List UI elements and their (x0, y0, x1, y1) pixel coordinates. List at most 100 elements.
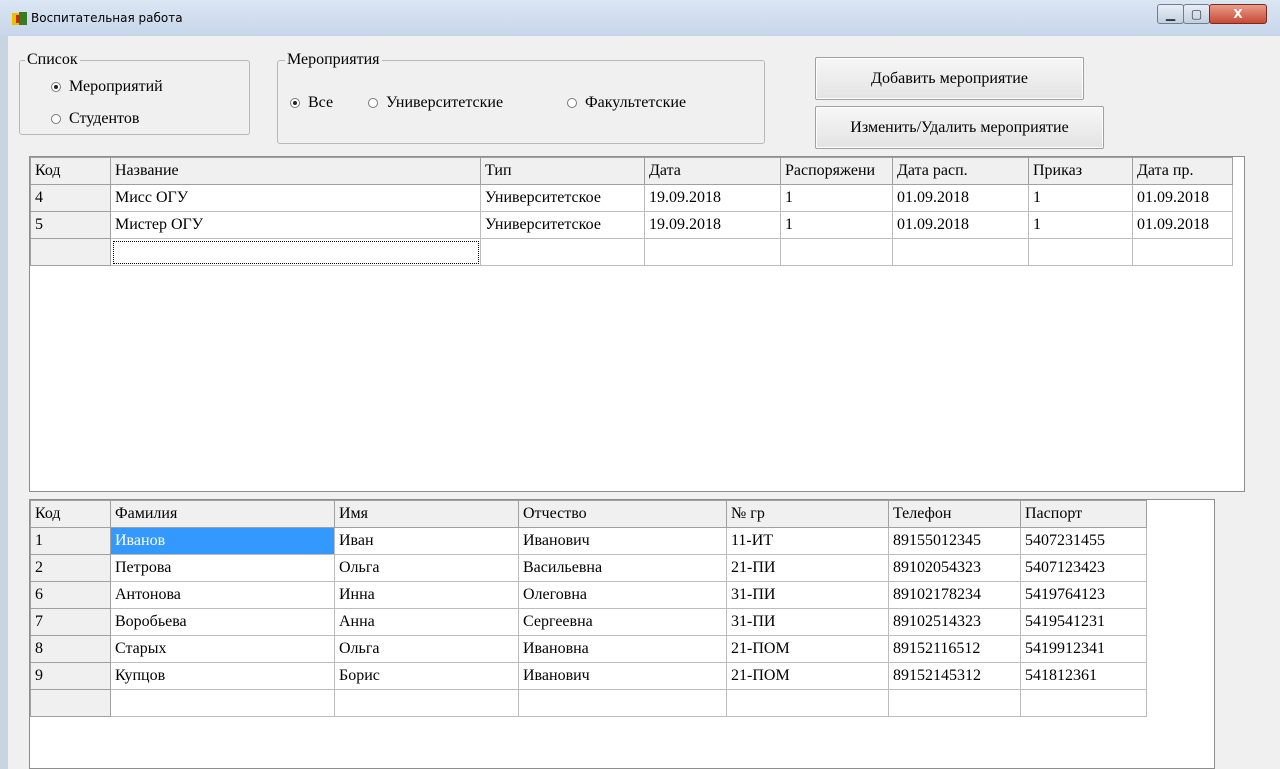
table-row[interactable]: 4 Мисс ОГУ Университетское 19.09.2018 1 01.09… (30, 184, 1233, 212)
column-header-surname[interactable]: Фамилия (110, 500, 335, 528)
cell-date[interactable]: 19.09.2018 (644, 184, 781, 212)
radio-button[interactable] (51, 114, 61, 124)
cell-date[interactable] (644, 238, 781, 266)
cell-passport[interactable]: 5419912341 (1020, 635, 1147, 663)
cell-group[interactable]: 31-ПИ (726, 608, 889, 636)
cell-firstname[interactable]: Борис (334, 662, 519, 690)
cell-passport[interactable]: 5407123423 (1020, 554, 1147, 582)
cell-decree[interactable]: 1 (1028, 184, 1133, 212)
cell-phone[interactable] (888, 689, 1021, 717)
cell-patronymic[interactable] (518, 689, 727, 717)
table-row[interactable]: 9 Купцов Борис Иванович 21-ПОМ 89152145312 541… (30, 662, 1147, 690)
cell-group[interactable]: 31-ПИ (726, 581, 889, 609)
cell-phone[interactable]: 89155012345 (888, 527, 1021, 555)
column-header-decree[interactable]: Приказ (1028, 157, 1133, 185)
cell-patronymic[interactable]: Ивановна (518, 635, 727, 663)
cell-code[interactable] (30, 238, 111, 266)
cell-firstname[interactable]: Ольга (334, 554, 519, 582)
column-header-firstname[interactable]: Имя (334, 500, 519, 528)
cell-patronymic[interactable]: Иванович (518, 662, 727, 690)
cell-code[interactable]: 6 (30, 581, 111, 609)
cell-name[interactable]: Мисс ОГУ (110, 184, 481, 212)
table-row[interactable]: 5 Мистер ОГУ Университетское 19.09.2018 1 01.… (30, 211, 1233, 239)
cell-phone[interactable]: 89152116512 (888, 635, 1021, 663)
students-grid[interactable]: Код Фамилия Имя Отчество № гр Телефон Паспорт … (29, 499, 1215, 769)
radio-button[interactable] (51, 82, 61, 92)
cell-code[interactable]: 4 (30, 184, 111, 212)
cell-decree-date[interactable]: 01.09.2018 (1132, 211, 1233, 239)
cell-phone[interactable]: 89152145312 (888, 662, 1021, 690)
cell-name[interactable]: Мистер ОГУ (110, 211, 481, 239)
table-row[interactable]: 1 Иванов Иван Иванович 11-ИТ 89155012345 54072… (30, 527, 1147, 555)
cell-firstname[interactable]: Инна (334, 581, 519, 609)
cell-patronymic[interactable]: Олеговна (518, 581, 727, 609)
cell-surname[interactable]: Старых (110, 635, 335, 663)
cell-name[interactable] (110, 238, 481, 266)
cell-order-date[interactable] (892, 238, 1029, 266)
cell-order[interactable]: 1 (780, 211, 893, 239)
edit-delete-event-button[interactable]: Изменить/Удалить мероприятие (815, 106, 1104, 149)
cell-patronymic[interactable]: Васильевна (518, 554, 727, 582)
cell-code[interactable] (30, 689, 111, 717)
cell-passport[interactable] (1020, 689, 1147, 717)
cell-surname[interactable]: Иванов (110, 527, 335, 555)
maximize-button[interactable]: ▢ (1183, 4, 1210, 24)
table-row[interactable] (30, 689, 1147, 717)
column-header-code[interactable]: Код (30, 157, 111, 185)
cell-group[interactable] (726, 689, 889, 717)
column-header-passport[interactable]: Паспорт (1020, 500, 1147, 528)
column-header-phone[interactable]: Телефон (888, 500, 1021, 528)
radio-events-list[interactable]: Мероприятий (51, 78, 163, 96)
table-row[interactable]: 8 Старых Ольга Ивановна 21-ПОМ 89152116512 541… (30, 635, 1147, 663)
cell-firstname[interactable]: Ольга (334, 635, 519, 663)
cell-group[interactable]: 11-ИТ (726, 527, 889, 555)
column-header-patronymic[interactable]: Отчество (518, 500, 727, 528)
events-grid[interactable]: Код Название Тип Дата Распоряжени Дата расп. П… (29, 156, 1245, 492)
cell-code[interactable]: 1 (30, 527, 111, 555)
radio-faculty[interactable]: Факультетские (567, 94, 686, 112)
cell-decree-date[interactable]: 01.09.2018 (1132, 184, 1233, 212)
cell-order[interactable]: 1 (780, 184, 893, 212)
table-row[interactable]: 2 Петрова Ольга Васильевна 21-ПИ 89102054323 5… (30, 554, 1147, 582)
cell-code[interactable]: 2 (30, 554, 111, 582)
column-header-order-date[interactable]: Дата расп. (892, 157, 1029, 185)
cell-code[interactable]: 7 (30, 608, 111, 636)
cell-decree[interactable]: 1 (1028, 211, 1133, 239)
cell-patronymic[interactable]: Иванович (518, 527, 727, 555)
cell-surname[interactable]: Петрова (110, 554, 335, 582)
cell-order[interactable] (780, 238, 893, 266)
column-header-order[interactable]: Распоряжени (780, 157, 893, 185)
cell-passport[interactable]: 5419764123 (1020, 581, 1147, 609)
column-header-group[interactable]: № гр (726, 500, 889, 528)
column-header-code[interactable]: Код (30, 500, 111, 528)
radio-all[interactable]: Все (290, 94, 333, 112)
cell-order-date[interactable]: 01.09.2018 (892, 184, 1029, 212)
column-header-decree-date[interactable]: Дата пр. (1132, 157, 1233, 185)
cell-type[interactable] (480, 238, 645, 266)
cell-passport[interactable]: 5419541231 (1020, 608, 1147, 636)
cell-phone[interactable]: 89102514323 (888, 608, 1021, 636)
cell-group[interactable]: 21-ПОМ (726, 662, 889, 690)
cell-group[interactable]: 21-ПИ (726, 554, 889, 582)
cell-surname[interactable]: Антонова (110, 581, 335, 609)
cell-passport[interactable]: 5407231455 (1020, 527, 1147, 555)
cell-phone[interactable]: 89102178234 (888, 581, 1021, 609)
table-row[interactable] (30, 238, 1233, 266)
cell-surname[interactable]: Купцов (110, 662, 335, 690)
cell-group[interactable]: 21-ПОМ (726, 635, 889, 663)
cell-type[interactable]: Университетское (480, 184, 645, 212)
cell-phone[interactable]: 89102054323 (888, 554, 1021, 582)
cell-firstname[interactable] (334, 689, 519, 717)
cell-order-date[interactable]: 01.09.2018 (892, 211, 1029, 239)
table-row[interactable]: 6 Антонова Инна Олеговна 31-ПИ 89102178234 541… (30, 581, 1147, 609)
cell-code[interactable]: 9 (30, 662, 111, 690)
title-bar[interactable]: Воспитательная работа ▁ ▢ X (0, 0, 1280, 37)
cell-code[interactable]: 8 (30, 635, 111, 663)
radio-university[interactable]: Университетские (368, 94, 503, 112)
cell-decree-date[interactable] (1132, 238, 1233, 266)
cell-firstname[interactable]: Анна (334, 608, 519, 636)
table-row[interactable]: 7 Воробьева Анна Сергеевна 31-ПИ 89102514323 5… (30, 608, 1147, 636)
cell-surname[interactable]: Воробьева (110, 608, 335, 636)
cell-firstname[interactable]: Иван (334, 527, 519, 555)
column-header-date[interactable]: Дата (644, 157, 781, 185)
